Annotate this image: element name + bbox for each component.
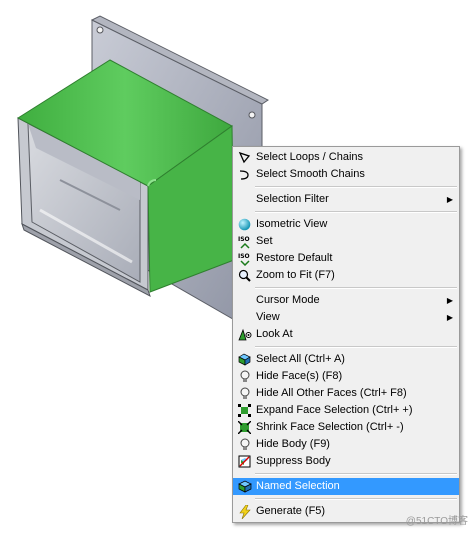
watermark: @51CTO博客 xyxy=(405,516,468,527)
menu-item-hide-body[interactable]: Hide Body (F9) xyxy=(233,436,459,453)
menu-item-view[interactable]: View ▶ xyxy=(233,309,459,326)
iso-restore-icon: ISO xyxy=(237,251,252,266)
menu-item-select-loops-chains[interactable]: Select Loops / Chains xyxy=(233,149,459,166)
menu-item-label: Isometric View xyxy=(256,218,328,230)
menu-item-label: Hide All Other Faces (Ctrl+ F8) xyxy=(256,387,407,399)
menu-item-cursor-mode[interactable]: Cursor Mode ▶ xyxy=(233,292,459,309)
menu-separator xyxy=(255,287,457,289)
svg-text:ISO: ISO xyxy=(238,253,250,260)
expand-selection-icon xyxy=(237,403,252,418)
submenu-arrow-icon: ▶ xyxy=(446,195,453,204)
menu-separator xyxy=(255,473,457,475)
menu-item-look-at[interactable]: Look At xyxy=(233,326,459,343)
smooth-chain-icon xyxy=(237,167,252,182)
isometric-sphere-icon xyxy=(237,217,252,232)
suppress-icon xyxy=(237,454,252,469)
menu-item-label: Shrink Face Selection (Ctrl+ -) xyxy=(256,421,404,433)
look-at-icon xyxy=(237,327,252,342)
menu-separator xyxy=(255,186,457,188)
menu-item-label: Hide Face(s) (F8) xyxy=(256,370,343,382)
context-menu: Select Loops / Chains Select Smooth Chai… xyxy=(232,146,460,523)
lightning-icon xyxy=(237,504,252,519)
menu-item-select-all[interactable]: Select All (Ctrl+ A) xyxy=(233,351,459,368)
lightbulb-icon xyxy=(237,369,252,384)
menu-item-label: Select All (Ctrl+ A) xyxy=(256,353,345,365)
menu-item-set[interactable]: ISO Set xyxy=(233,233,459,250)
menu-item-label: Look At xyxy=(256,328,293,340)
menu-item-label: Zoom to Fit (F7) xyxy=(256,269,335,281)
menu-item-hide-all-other-faces[interactable]: Hide All Other Faces (Ctrl+ F8) xyxy=(233,385,459,402)
menu-item-label: View xyxy=(256,311,280,323)
lightbulb-icon xyxy=(237,437,252,452)
menu-item-label: Selection Filter xyxy=(256,193,329,205)
menu-item-selection-filter[interactable]: Selection Filter ▶ xyxy=(233,191,459,208)
menu-separator xyxy=(255,211,457,213)
menu-item-select-smooth-chains[interactable]: Select Smooth Chains xyxy=(233,166,459,183)
menu-item-label: Restore Default xyxy=(256,252,333,264)
menu-item-named-selection[interactable]: Named Selection xyxy=(233,478,459,495)
menu-item-label: Cursor Mode xyxy=(256,294,320,306)
menu-item-label: Select Smooth Chains xyxy=(256,168,365,180)
submenu-arrow-icon: ▶ xyxy=(446,296,453,305)
submenu-arrow-icon: ▶ xyxy=(446,313,453,322)
menu-item-expand-face-selection[interactable]: Expand Face Selection (Ctrl+ +) xyxy=(233,402,459,419)
menu-item-shrink-face-selection[interactable]: Shrink Face Selection (Ctrl+ -) xyxy=(233,419,459,436)
zoom-fit-icon xyxy=(237,268,252,283)
menu-item-label: Select Loops / Chains xyxy=(256,151,364,163)
menu-item-restore-default[interactable]: ISO Restore Default xyxy=(233,250,459,267)
menu-item-zoom-to-fit[interactable]: Zoom to Fit (F7) xyxy=(233,267,459,284)
named-selection-icon xyxy=(237,479,252,494)
menu-item-isometric-view[interactable]: Isometric View xyxy=(233,216,459,233)
menu-item-label: Hide Body (F9) xyxy=(256,438,330,450)
shrink-selection-icon xyxy=(237,420,252,435)
select-all-icon xyxy=(237,352,252,367)
menu-item-label: Set xyxy=(256,235,273,247)
menu-item-hide-faces[interactable]: Hide Face(s) (F8) xyxy=(233,368,459,385)
menu-item-label: Suppress Body xyxy=(256,455,331,467)
svg-text:ISO: ISO xyxy=(238,236,250,243)
menu-item-label: Named Selection xyxy=(256,480,340,492)
loop-select-icon xyxy=(237,150,252,165)
lightbulb-icon xyxy=(237,386,252,401)
menu-item-suppress-body[interactable]: Suppress Body xyxy=(233,453,459,470)
menu-item-label: Generate (F5) xyxy=(256,505,326,517)
menu-separator xyxy=(255,498,457,500)
iso-set-icon: ISO xyxy=(237,234,252,249)
menu-separator xyxy=(255,346,457,348)
menu-item-label: Expand Face Selection (Ctrl+ +) xyxy=(256,404,413,416)
